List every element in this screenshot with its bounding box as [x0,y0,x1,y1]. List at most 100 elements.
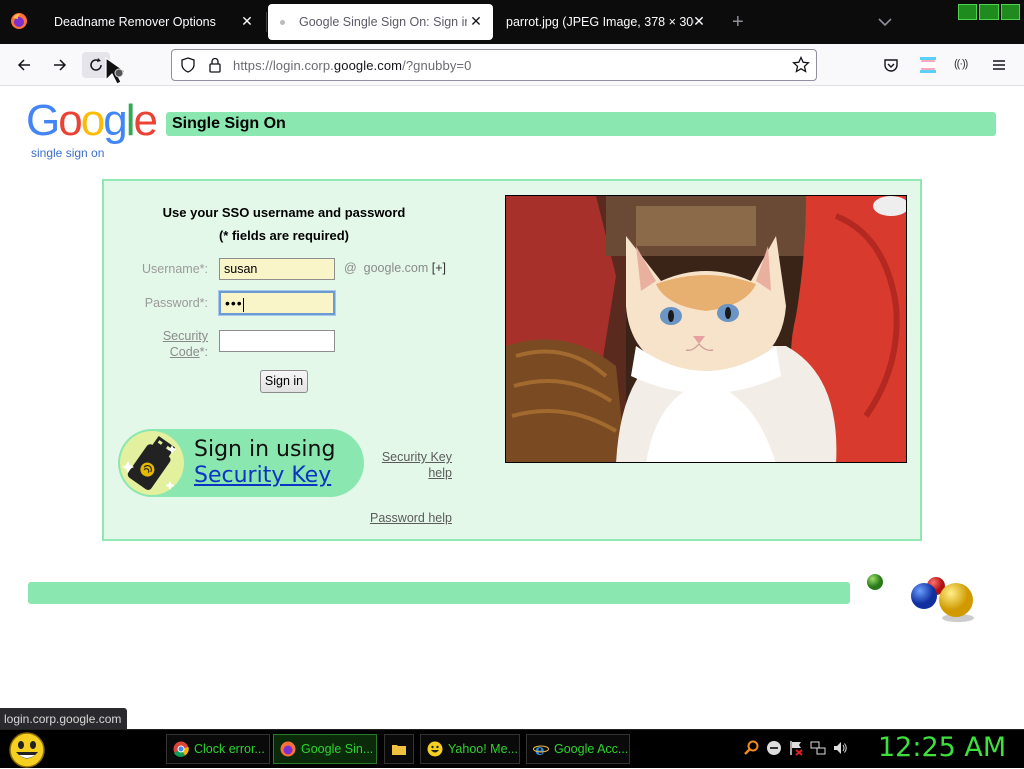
browser-tab-strip: Deadname Remover Options ✕ Google Single… [0,0,1024,44]
domain-expand-toggle[interactable]: [+] [432,261,446,275]
window-controls[interactable] [958,4,1020,20]
browser-nav-bar: https://login.corp.google.com/?gnubby=0 … [0,44,1024,86]
security-code-label-suffix: *: [199,345,208,359]
task-label: Google Acc... [554,742,629,756]
bookmark-star-icon[interactable] [792,56,810,74]
username-label: Username*: [142,262,208,276]
reload-icon [90,58,102,71]
sign-in-button[interactable]: Sign in [260,370,308,393]
security-key-button[interactable]: Sign in using Security Key [118,429,364,497]
username-field[interactable]: susan [219,258,335,280]
minimize-button[interactable] [958,4,978,20]
instructions-line2: (* fields are required) [218,228,350,243]
status-url-tooltip: login.corp.google.com [0,708,128,729]
security-key-line1: Sign in using [194,437,336,462]
tracking-shield-icon[interactable] [180,57,196,73]
domain-suffix: @ google.com [+] [344,261,446,275]
page-content: Google single sign on Single Sign On Use… [0,86,1024,728]
header-bar: Single Sign On [166,112,996,136]
tab-title: Deadname Remover Options [54,15,216,29]
security-code-label-line2: Code [169,345,200,359]
security-key-help-line1: Security Key [381,450,452,464]
system-tray [744,740,848,756]
close-icon[interactable]: ✕ [469,14,483,28]
domain-text: google.com [363,261,429,275]
chevron-down-icon[interactable] [877,14,893,30]
close-icon[interactable]: ✕ [240,14,254,28]
chrome-icon [173,741,189,757]
taskbar-item-folder[interactable] [384,734,414,764]
instructions-line1: Use your SSO username and password [162,205,406,220]
password-label: Password*: [144,296,208,310]
maximize-button[interactable] [979,4,999,20]
taskbar-item-internet-explorer[interactable]: e Google Acc... [526,734,630,764]
taskbar-item-chrome[interactable]: Clock error... [166,734,270,764]
text-caret [242,297,244,312]
flag-icon[interactable] [788,740,804,756]
hamburger-menu-icon[interactable] [991,57,1007,73]
url-prefix: https://login.corp. [233,58,334,73]
start-smiley-icon[interactable] [7,731,47,769]
back-button[interactable] [10,52,38,78]
messenger-tray-icon[interactable] [766,740,782,756]
tab-title: Google Single Sign On: Sign in to [299,15,467,29]
logo-subtitle: single sign on [31,146,105,160]
extension-trans-flag-icon[interactable] [919,56,937,74]
taskbar-clock[interactable]: 12:25 AM [878,732,1006,763]
url-suffix: /?gnubby=0 [402,58,472,73]
close-window-button[interactable] [1000,4,1020,20]
login-instructions: Use your SSO username and password (* fi… [134,201,434,247]
pocket-icon[interactable] [883,57,899,73]
mouse-cursor-icon [105,56,128,85]
yahoo-messenger-icon [427,741,443,757]
new-tab-plus-icon[interactable]: + [732,12,744,32]
lock-icon[interactable] [208,57,222,73]
security-key-link[interactable]: Security Key [194,463,331,488]
forward-button[interactable] [46,52,74,78]
footer-bar [28,582,850,604]
cat-photo-image [506,196,906,462]
security-code-field[interactable] [219,330,335,352]
taskbar-item-firefox[interactable]: Google Sin... [273,734,377,764]
url-domain: google.com [333,58,403,73]
security-code-label-line1: Security [162,329,208,343]
firefox-icon[interactable] [10,12,28,30]
task-label: Clock error... [194,742,265,756]
task-label: Yahoo! Me... [448,742,518,756]
password-help-link[interactable]: Password help [352,511,452,525]
taskbar-item-yahoo-messenger[interactable]: Yahoo! Me... [420,734,520,764]
security-key-help-link[interactable]: Security Key help [366,449,452,481]
arrow-left-icon [17,59,30,71]
logo-letter: e [133,96,158,145]
arrow-right-icon [54,59,67,71]
security-code-label[interactable]: Security Code*: [124,328,208,360]
tab-parrot-image[interactable]: parrot.jpg (JPEG Image, 378 × 300 px ✕ [494,4,716,40]
tab-google-sso[interactable]: Google Single Sign On: Sign in to ✕ [268,4,493,40]
address-bar[interactable]: https://login.corp.google.com/?gnubby=0 [171,49,817,81]
page-title: Single Sign On [172,115,286,132]
logo-letter: o [58,96,83,145]
loading-dot-icon [280,19,285,25]
search-icon[interactable] [744,740,760,756]
tab-deadname-remover[interactable]: Deadname Remover Options ✕ [42,4,264,40]
domain-at: @ [344,261,357,275]
logo-letter: o [80,96,106,145]
username-value: susan [224,262,258,276]
network-icon[interactable] [810,740,826,756]
google-logo: Google single sign on [26,96,158,161]
volume-icon[interactable] [832,740,848,756]
logo-wordmark: Google [26,96,158,145]
logo-letter: g [103,96,128,145]
task-label: Google Sin... [301,742,374,756]
decorative-balls-icon [867,574,974,622]
url-text[interactable]: https://login.corp.google.com/?gnubby=0 [233,58,471,73]
login-panel: Use your SSO username and password (* fi… [102,179,922,541]
extension-icon[interactable]: ((·)) [954,58,968,70]
svg-text:e: e [535,741,545,757]
taskbar: Clock error... Google Sin... Yahoo! Me..… [0,729,1024,768]
tab-separator [266,12,267,32]
close-icon[interactable]: ✕ [692,14,706,28]
password-field[interactable]: ••• [218,290,336,316]
tab-title: parrot.jpg (JPEG Image, 378 × 300 px [506,15,694,29]
firefox-icon [280,741,296,757]
